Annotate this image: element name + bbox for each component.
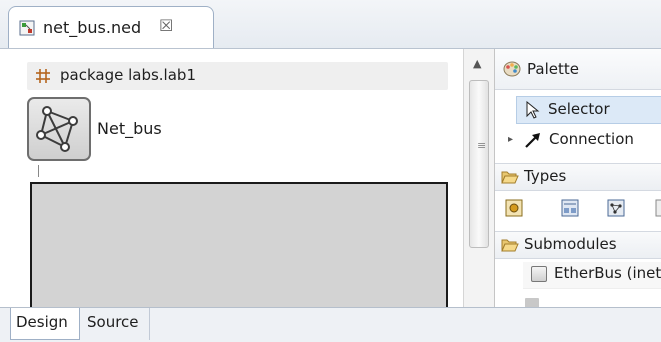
scroll-up-icon[interactable]: ▲ xyxy=(473,57,481,70)
submodule-item-etherbus[interactable]: EtherBus (inet xyxy=(523,262,661,289)
simple-module-type-icon[interactable] xyxy=(505,199,523,217)
canvas-vertical-scrollbar[interactable]: ▲ ≡ xyxy=(463,49,495,307)
expand-arrow-icon[interactable]: ▸ xyxy=(508,134,513,145)
editor-tab-net-bus[interactable]: net_bus.ned ☒ xyxy=(8,6,214,48)
module-icon xyxy=(525,298,539,307)
palette-icon xyxy=(503,61,521,77)
compound-module-type-icon[interactable] xyxy=(561,199,579,217)
palette-header[interactable]: Palette xyxy=(495,49,661,90)
connection-tool-label: Connection xyxy=(549,130,634,148)
scrollbar-grip-icon: ≡ xyxy=(477,139,487,152)
palette-title: Palette xyxy=(527,60,579,78)
tab-design[interactable]: Design xyxy=(10,308,80,340)
selector-tool-label: Selector xyxy=(548,100,610,118)
network-name-label: Net_bus xyxy=(97,119,162,138)
folder-open-icon xyxy=(501,171,519,184)
network-graph-icon xyxy=(36,106,78,152)
submodules-drawer-label: Submodules xyxy=(524,235,617,253)
folder-open-icon xyxy=(501,239,519,252)
editor-mode-tabs: Design Source xyxy=(0,307,661,342)
palette-panel: Palette Selector ▸ Connection Types Subm… xyxy=(495,49,661,307)
package-label: package labs.lab1 xyxy=(60,66,196,84)
scrollbar-thumb[interactable] xyxy=(469,80,489,248)
module-box-icon xyxy=(531,266,547,282)
network-connector-line xyxy=(38,165,39,177)
network-type-icon[interactable] xyxy=(607,199,625,217)
network-compound-module-area[interactable] xyxy=(30,182,448,312)
ned-file-icon xyxy=(19,20,35,36)
selector-arrow-icon xyxy=(526,101,540,119)
network-icon[interactable] xyxy=(27,97,91,161)
types-icon-row xyxy=(495,194,661,222)
close-tab-icon[interactable]: ☒ xyxy=(159,16,173,35)
tab-source[interactable]: Source xyxy=(82,308,150,340)
package-icon xyxy=(36,69,50,83)
package-declaration[interactable]: package labs.lab1 xyxy=(27,62,448,90)
palette-drawer-types[interactable]: Types xyxy=(495,163,661,191)
more-types-icon[interactable] xyxy=(655,199,661,217)
connection-tool[interactable]: ▸ Connection xyxy=(495,127,661,155)
submodule-item-partial[interactable] xyxy=(519,294,659,307)
types-drawer-label: Types xyxy=(524,167,567,185)
connection-arrow-icon xyxy=(525,133,540,148)
editor-tab-title: net_bus.ned xyxy=(43,18,142,37)
selector-tool[interactable]: Selector xyxy=(516,96,661,124)
editor-tab-bar: net_bus.ned ☒ xyxy=(0,0,661,49)
palette-drawer-submodules[interactable]: Submodules xyxy=(495,231,661,259)
submodule-item-label: EtherBus (inet xyxy=(554,264,661,282)
